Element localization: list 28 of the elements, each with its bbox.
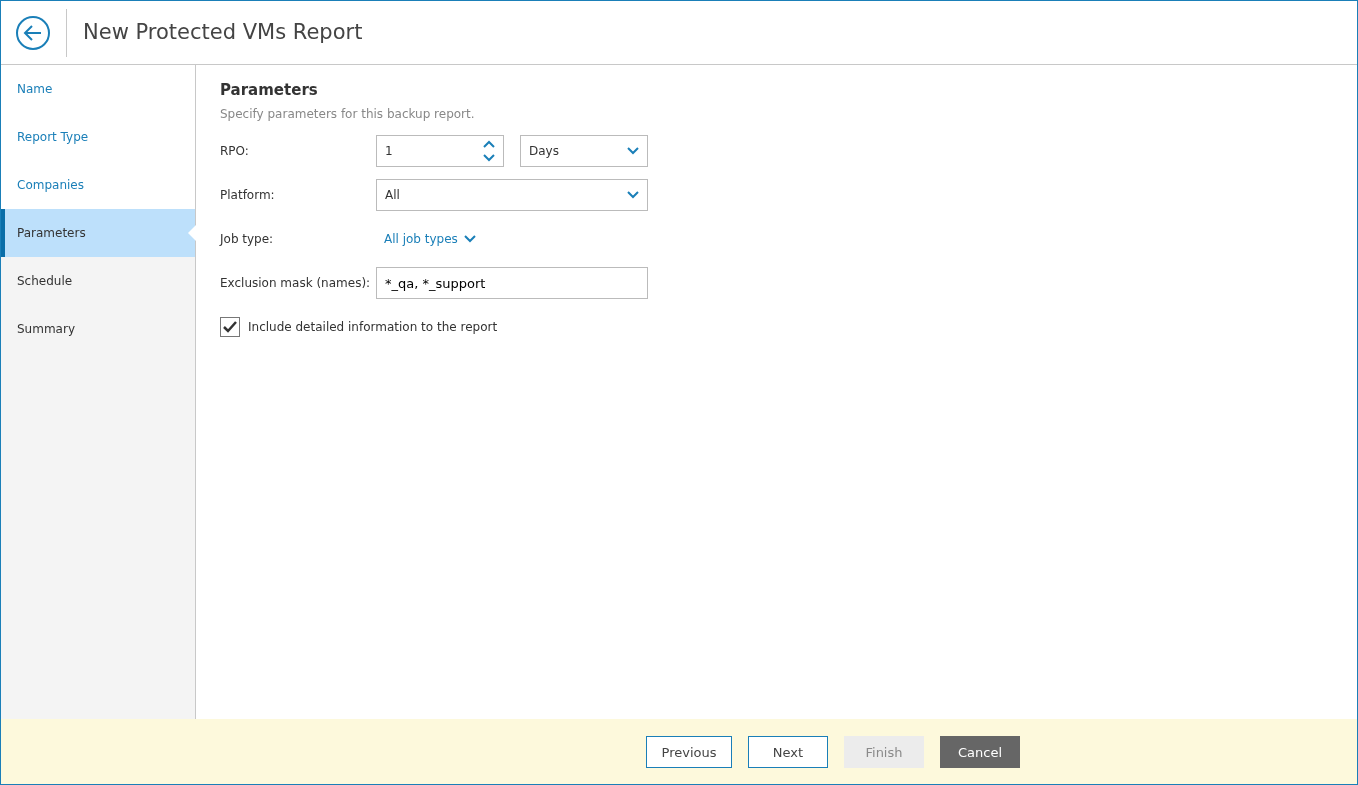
section-description: Specify parameters for this backup report. <box>220 106 476 123</box>
job-type-dropdown[interactable]: All job types <box>376 230 476 248</box>
wizard-step[interactable]: Companies <box>1 161 195 209</box>
checkmark-icon <box>223 321 237 333</box>
section-title: Parameters <box>220 81 319 99</box>
checkbox[interactable] <box>220 317 240 337</box>
footer-button[interactable]: Previous <box>646 735 732 768</box>
footer-button[interactable]: Next <box>748 735 828 768</box>
field-label: Exclusion mask (names): <box>220 275 372 292</box>
chevron-down-icon <box>627 147 639 155</box>
field-label: RPO: <box>220 143 250 160</box>
wizard-step[interactable]: Parameters <box>1 209 195 257</box>
back-arrow-icon <box>23 22 43 43</box>
unit-dropdown[interactable]: Days <box>520 135 648 167</box>
checkbox-label: Include detailed information to the report <box>248 319 498 336</box>
window-title: New Protected VMs Report <box>83 19 363 46</box>
back-button[interactable] <box>16 15 50 50</box>
footer-button[interactable]: Cancel <box>940 735 1020 768</box>
spinner-arrows-icon[interactable] <box>483 140 495 162</box>
wizard-step[interactable]: Report Type <box>1 113 195 161</box>
input-field[interactable]: *_qa, *_support <box>376 267 648 299</box>
number-spinner[interactable]: 1 <box>376 135 504 167</box>
field-label: Platform: <box>220 187 276 204</box>
field-label: Job type: <box>220 231 275 248</box>
platform-dropdown[interactable]: All <box>376 179 648 211</box>
chevron-down-icon <box>627 191 639 199</box>
chevron-down-icon <box>463 235 476 243</box>
wizard-step[interactable]: Name <box>1 65 195 113</box>
